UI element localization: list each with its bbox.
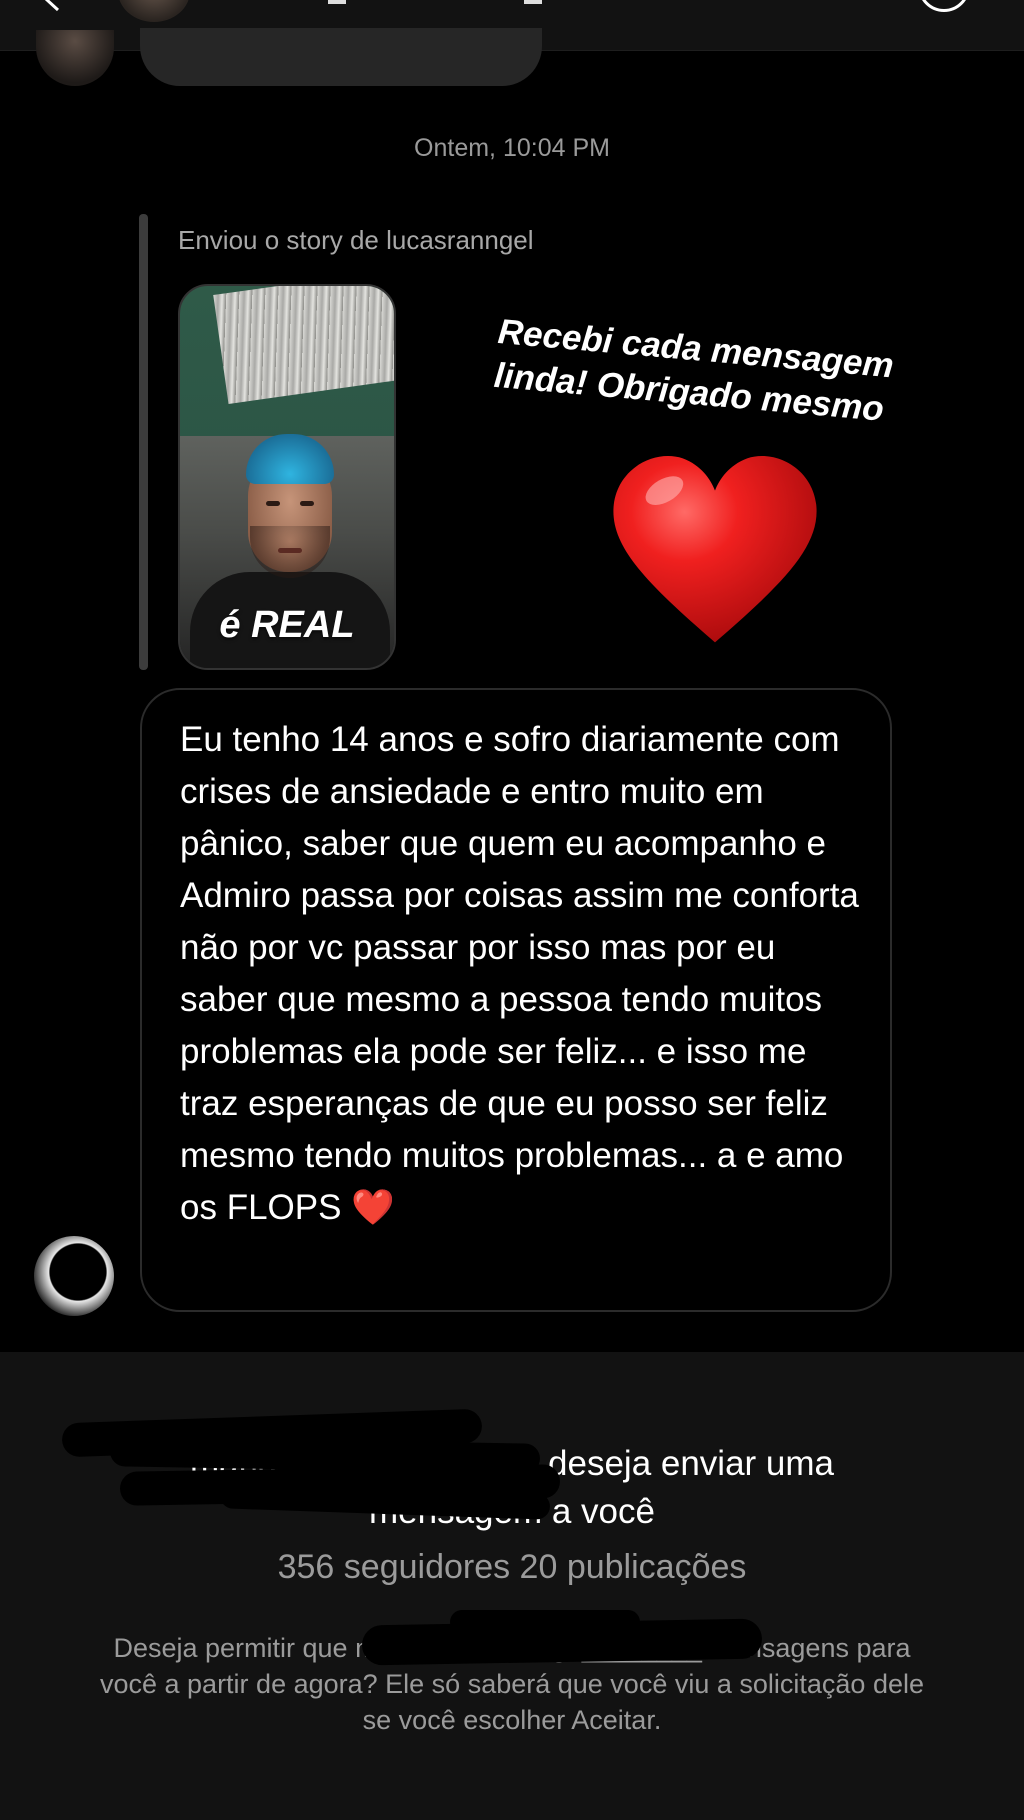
story-person-mouth (278, 548, 302, 553)
story-person-eye (266, 501, 280, 506)
story-reply-caption: Enviou o story de lucasranngel (178, 225, 534, 255)
message-request-panel: maria_______ada_loo deseja enviar uma me… (0, 1352, 1024, 1820)
chevron-left-icon[interactable] (38, 0, 64, 12)
header-avatar[interactable] (118, 0, 190, 22)
story-wall-art (213, 286, 394, 404)
message-text: Eu tenho 14 anos e sofro diariamente com… (180, 720, 859, 1227)
header-username-fragment[interactable] (328, 0, 346, 4)
header-username-fragment[interactable] (524, 0, 542, 4)
story-thumbnail-label: é REAL (219, 604, 355, 646)
story-thumbnail[interactable]: é REAL (178, 284, 396, 670)
info-circle-icon[interactable] (918, 0, 970, 12)
story-sticker-text: Recebi cada mensagem linda! Obrigado mes… (492, 311, 896, 429)
message-bubble[interactable]: Eu tenho 14 anos e sofro diariamente com… (140, 688, 892, 1312)
message-timestamp: Ontem, 10:04 PM (414, 134, 610, 162)
story-person-eye (300, 501, 314, 506)
story-reply-indicator (139, 214, 148, 670)
redaction-scribble (450, 1610, 640, 1634)
sender-avatar[interactable] (34, 1236, 114, 1316)
previous-message-avatar (36, 30, 114, 86)
request-follower-stats: 356 seguidores 20 publicações (277, 1548, 747, 1586)
red-heart-icon (613, 456, 817, 643)
previous-message-bubble[interactable] (140, 28, 542, 86)
